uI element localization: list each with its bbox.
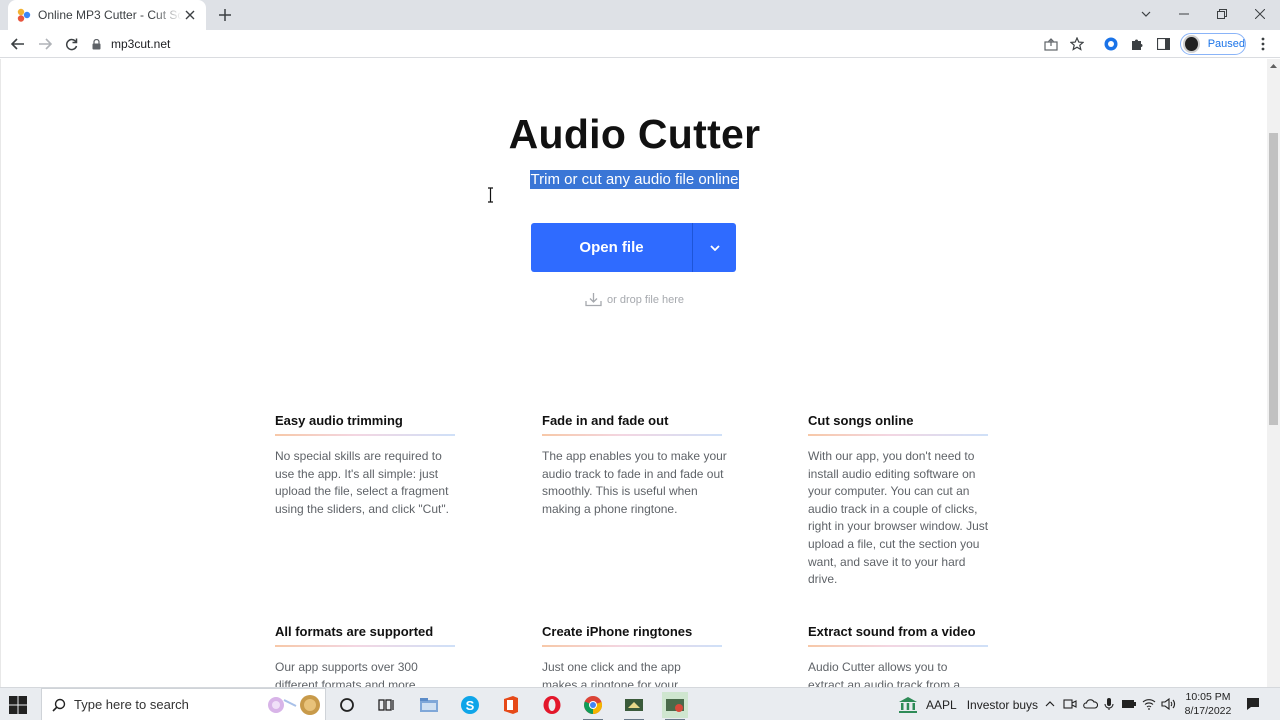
opera-icon[interactable] — [539, 692, 565, 718]
page-title: Audio Cutter — [508, 111, 761, 157]
clock-date: 8/17/2022 — [1184, 705, 1232, 717]
skype-icon[interactable]: S — [457, 692, 483, 718]
chevron-down-icon — [709, 244, 720, 251]
share-icon[interactable] — [1040, 33, 1062, 55]
clock-time: 10:05 PM — [1185, 691, 1231, 703]
taskbar-clock[interactable]: 10:05 PM 8/17/2022 — [1180, 690, 1236, 718]
tab-title: Online MP3 Cutter - Cut Songs, Make Ring… — [38, 8, 182, 22]
extension-blue-icon[interactable] — [1100, 33, 1122, 55]
volume-icon[interactable] — [1160, 695, 1178, 713]
stock-ticker-widget[interactable]: AAPL Investor buys — [898, 688, 1038, 720]
mp3cut-favicon-icon — [17, 8, 31, 22]
notifications-icon[interactable] — [1244, 695, 1262, 713]
subtitle-wrap: Trim or cut any audio file online — [1, 170, 1267, 189]
search-icon — [52, 698, 66, 712]
profile-button[interactable]: Paused — [1180, 33, 1246, 55]
cortana-icon[interactable] — [334, 692, 360, 718]
windows-start-icon[interactable] — [8, 695, 28, 715]
scroll-up-arrow-icon[interactable] — [1267, 59, 1280, 73]
task-view-icon[interactable] — [374, 692, 400, 718]
browser-menu-icon[interactable] — [1252, 33, 1274, 55]
text-cursor-icon — [488, 187, 493, 203]
reload-icon[interactable] — [60, 33, 82, 55]
feature-fade: Fade in and fade out The app enables you… — [542, 413, 742, 518]
feature-text: Our app supports over 300 different form… — [275, 660, 418, 687]
browser-tab[interactable]: Online MP3 Cutter - Cut Songs, Make Ring… — [8, 0, 206, 30]
back-arrow-icon[interactable] — [7, 33, 29, 55]
side-panel-icon[interactable] — [1152, 33, 1174, 55]
feature-title: Extract sound from a video — [808, 624, 1008, 647]
feature-title: Create iPhone ringtones — [542, 624, 742, 647]
feature-cut-online: Cut songs online With our app, you don't… — [808, 413, 1008, 589]
chrome-icon[interactable] — [580, 692, 606, 720]
taskbar-search-box[interactable]: Type here to search — [41, 688, 326, 720]
download-icon — [585, 293, 602, 307]
page-viewport: Audio Cutter Trim or cut any audio file … — [0, 59, 1267, 687]
feature-title: Fade in and fade out — [542, 413, 742, 436]
file-explorer-icon[interactable] — [416, 692, 442, 718]
feature-text: The app enables you to make your audio t… — [542, 449, 727, 516]
feature-iphone-ringtones: Create iPhone ringtones Just one click a… — [542, 624, 742, 687]
feature-text: No special skills are required to use th… — [275, 449, 449, 516]
feature-formats: All formats are supported Our app suppor… — [275, 624, 475, 687]
bookmark-star-icon[interactable] — [1066, 33, 1088, 55]
onedrive-cloud-icon[interactable] — [1081, 695, 1099, 713]
svg-text:S: S — [466, 698, 475, 713]
profile-status: Paused — [1207, 38, 1245, 50]
close-window-icon[interactable] — [1241, 0, 1279, 28]
microphone-icon[interactable] — [1100, 695, 1118, 713]
office-icon[interactable] — [498, 692, 524, 718]
windows-taskbar: Type here to search S AAPL Investor buys… — [0, 687, 1280, 720]
forward-arrow-icon[interactable] — [34, 33, 56, 55]
page-scrollbar[interactable] — [1267, 59, 1280, 687]
drop-zone-hint: or drop file here — [585, 292, 684, 307]
minimize-icon[interactable] — [1165, 0, 1203, 28]
feature-text: Audio Cutter allows you to extract an au… — [808, 660, 961, 687]
feature-title: All formats are supported — [275, 624, 475, 647]
feature-easy-trimming: Easy audio trimming No special skills ar… — [275, 413, 475, 518]
page-subtitle: Trim or cut any audio file online — [529, 170, 740, 189]
ticker-symbol: AAPL — [926, 697, 957, 712]
address-bar[interactable]: mp3cut.net — [92, 32, 1092, 56]
recorder-app-icon[interactable] — [662, 692, 688, 720]
feature-title: Easy audio trimming — [275, 413, 475, 436]
ticker-text: Investor buys — [966, 697, 1039, 712]
drop-hint-text: or drop file here — [607, 293, 685, 306]
open-file-dropdown[interactable] — [693, 223, 736, 272]
avatar — [1183, 35, 1200, 53]
open-file-button[interactable]: Open file — [531, 223, 693, 272]
restore-icon[interactable] — [1203, 0, 1241, 28]
browser-tab-bar: Online MP3 Cutter - Cut Songs, Make Ring… — [0, 0, 1280, 30]
wifi-icon[interactable] — [1140, 695, 1158, 713]
feature-title: Cut songs online — [808, 413, 1008, 436]
video-app-icon[interactable] — [621, 692, 647, 720]
lock-icon — [92, 38, 101, 49]
tray-chevron-up-icon[interactable] — [1041, 695, 1059, 713]
search-placeholder: Type here to search — [74, 697, 189, 712]
url-text: mp3cut.net — [111, 37, 171, 51]
feature-text: With our app, you don't need to install … — [808, 449, 989, 587]
battery-icon[interactable] — [1120, 695, 1138, 713]
feature-extract-sound: Extract sound from a video Audio Cutter … — [808, 624, 1008, 687]
meet-now-icon[interactable] — [1061, 695, 1079, 713]
open-file-button-group: Open file — [531, 223, 736, 272]
bank-icon — [899, 696, 917, 713]
tab-search-chevron-icon[interactable] — [1127, 0, 1165, 28]
scroll-thumb[interactable] — [1269, 133, 1278, 425]
search-highlight-art-icon — [268, 695, 320, 715]
browser-toolbar: mp3cut.net Paused — [0, 30, 1280, 58]
extensions-puzzle-icon[interactable] — [1126, 33, 1148, 55]
tab-close-icon[interactable] — [182, 7, 198, 23]
new-tab-icon[interactable] — [214, 5, 236, 25]
feature-text: Just one click and the app makes a ringt… — [542, 660, 681, 687]
